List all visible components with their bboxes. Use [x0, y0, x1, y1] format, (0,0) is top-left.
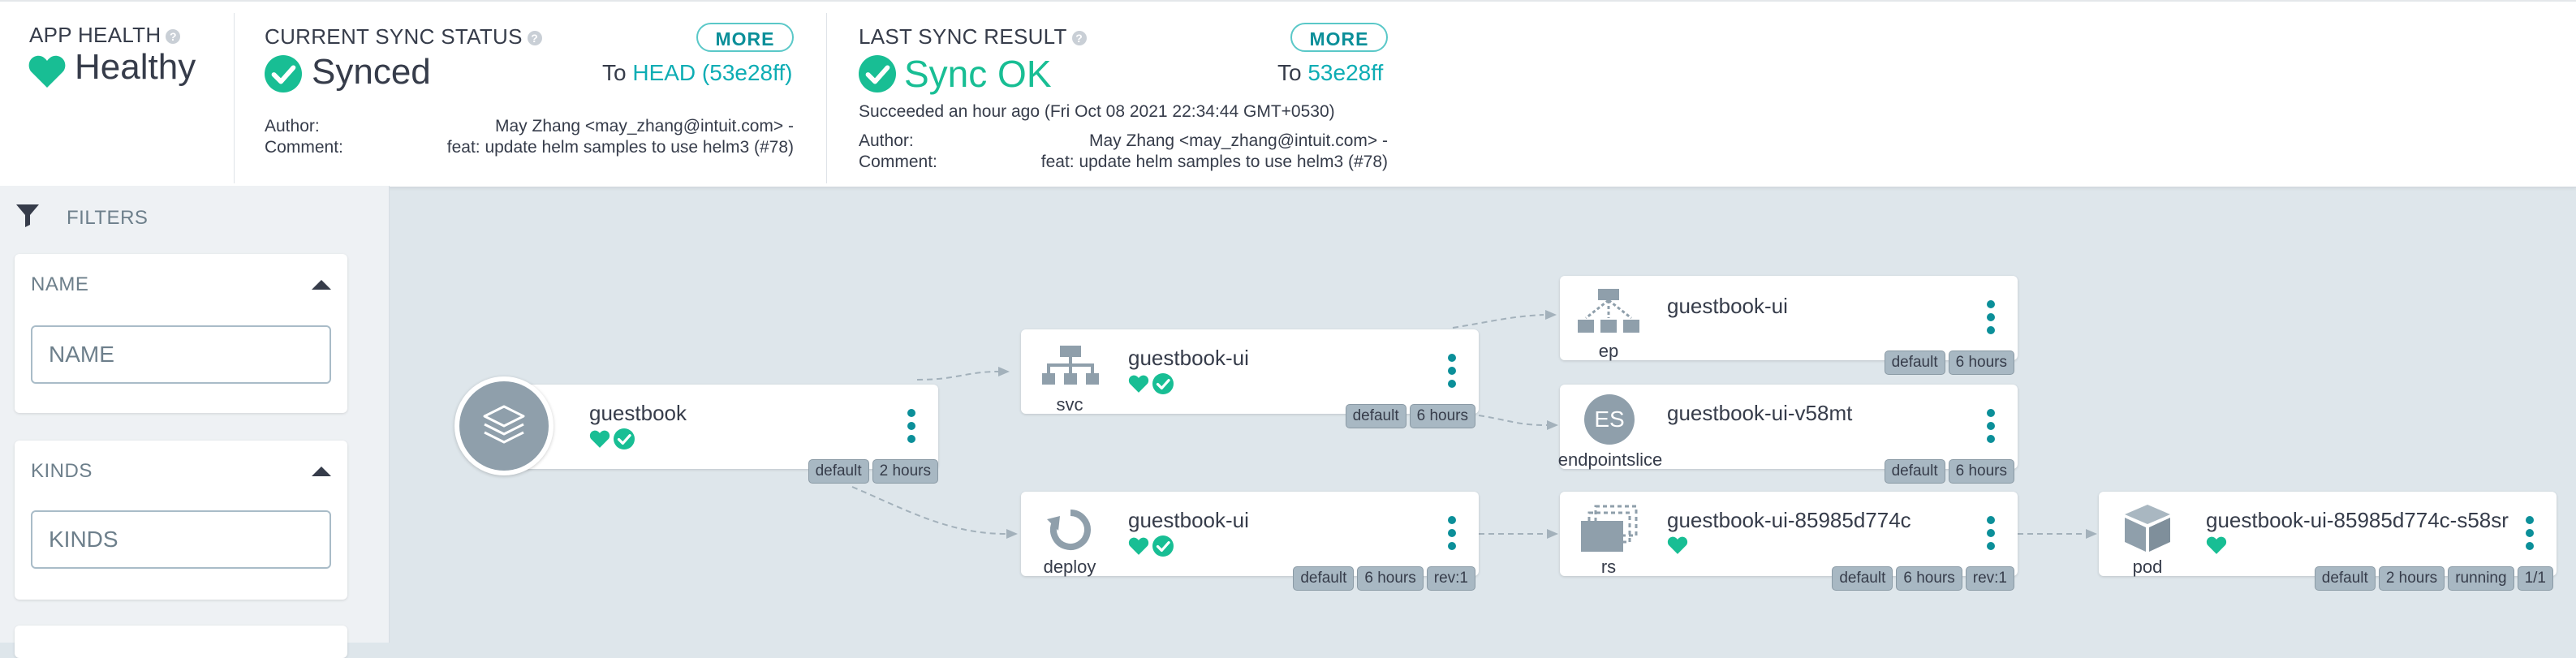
- tag: 6 hours: [1409, 404, 1475, 428]
- tag: 6 hours: [1948, 351, 2014, 375]
- resource-node-pod[interactable]: pod guestbook-ui-85985d774c-s58sr defaul…: [2099, 492, 2557, 591]
- node-name: guestbook: [589, 401, 687, 425]
- node-status: [1128, 535, 1174, 557]
- node-kind: pod: [2132, 557, 2163, 577]
- node-status: [2206, 535, 2227, 555]
- check-circle-icon: [1152, 373, 1174, 394]
- node-status: [589, 428, 635, 449]
- check-circle-icon: [1152, 535, 1174, 557]
- tag: 6 hours: [1357, 566, 1424, 591]
- node-name: guestbook-ui: [1128, 346, 1249, 370]
- heart-icon: [1128, 374, 1149, 394]
- node-kind: endpointslice: [1557, 449, 1663, 470]
- service-icon: [1042, 346, 1099, 385]
- tag: 6 hours: [1896, 566, 1962, 591]
- heart-icon: [2206, 535, 2227, 555]
- node-tags: default 2 hours: [808, 459, 938, 484]
- resource-node-deploy[interactable]: deploy guestbook-ui default 6 hours rev:…: [1021, 492, 1479, 591]
- node-status: [1128, 373, 1174, 394]
- node-menu-icon[interactable]: [1448, 516, 1456, 555]
- node-kind: ep: [1598, 341, 1619, 361]
- check-circle-icon: [614, 428, 635, 449]
- node-kind: deploy: [1043, 557, 1096, 577]
- tag: default: [1345, 404, 1406, 428]
- tag: default: [1832, 566, 1893, 591]
- node-name: guestbook-ui: [1128, 508, 1249, 532]
- node-kind: rs: [1600, 557, 1617, 577]
- heart-icon: [1128, 536, 1149, 556]
- tag: default: [2314, 566, 2376, 591]
- resource-node-rs[interactable]: rs guestbook-ui-85985d774c default 6 hou…: [1560, 492, 2018, 591]
- app-icon-ring: [454, 376, 554, 475]
- node-tags: default 6 hours rev:1: [1832, 566, 2014, 591]
- node-menu-icon[interactable]: [1987, 516, 1995, 555]
- node-name: guestbook-ui-85985d774c: [1667, 508, 1911, 532]
- node-tags: default 6 hours: [1345, 404, 1475, 428]
- node-tags: default 6 hours: [1884, 351, 2014, 375]
- node-menu-icon[interactable]: [1987, 409, 1995, 448]
- heart-icon: [589, 429, 610, 449]
- endpoints-icon: [1578, 289, 1639, 333]
- tag: rev:1: [1965, 566, 2014, 591]
- node-menu-icon[interactable]: [907, 409, 915, 448]
- node-tags: default 6 hours rev:1: [1293, 566, 1475, 591]
- tag: rev:1: [1426, 566, 1475, 591]
- resource-node-svc[interactable]: svc guestbook-ui default 6 hours: [1021, 329, 1479, 428]
- node-kind: svc: [1056, 394, 1083, 415]
- app-node-guestbook[interactable]: guestbook default 2 hours: [505, 385, 938, 484]
- node-name: guestbook-ui-v58mt: [1667, 401, 1853, 425]
- node-menu-icon[interactable]: [2526, 516, 2534, 555]
- node-name: guestbook-ui-85985d774c-s58sr: [2206, 508, 2509, 532]
- tag: default: [808, 459, 869, 484]
- node-status: [1667, 535, 1688, 555]
- tag: 2 hours: [872, 459, 938, 484]
- node-menu-icon[interactable]: [1448, 354, 1456, 393]
- tag: running: [2448, 566, 2514, 591]
- deploy-icon: [1047, 510, 1091, 550]
- node-tags: default 2 hours running 1/1: [2314, 566, 2553, 591]
- layers-icon: [459, 381, 549, 471]
- resource-node-ep[interactable]: ep guestbook-ui default 6 hours: [1560, 276, 2018, 375]
- tag: default: [1884, 459, 1945, 484]
- replicaset-icon: [1581, 505, 1638, 552]
- tag: 2 hours: [2378, 566, 2445, 591]
- heart-icon: [1667, 535, 1688, 555]
- node-menu-icon[interactable]: [1987, 300, 1995, 339]
- endpointslice-icon: ES: [1584, 394, 1635, 445]
- tag: default: [1884, 351, 1945, 375]
- node-name: guestbook-ui: [1667, 294, 1788, 318]
- pod-icon: [2125, 505, 2170, 552]
- tag: 1/1: [2517, 566, 2553, 591]
- resource-node-endpointslice[interactable]: ES endpointslice guestbook-ui-v58mt defa…: [1558, 385, 2018, 484]
- tag: default: [1293, 566, 1355, 591]
- node-tags: default 6 hours: [1884, 459, 2014, 484]
- tag: 6 hours: [1948, 459, 2014, 484]
